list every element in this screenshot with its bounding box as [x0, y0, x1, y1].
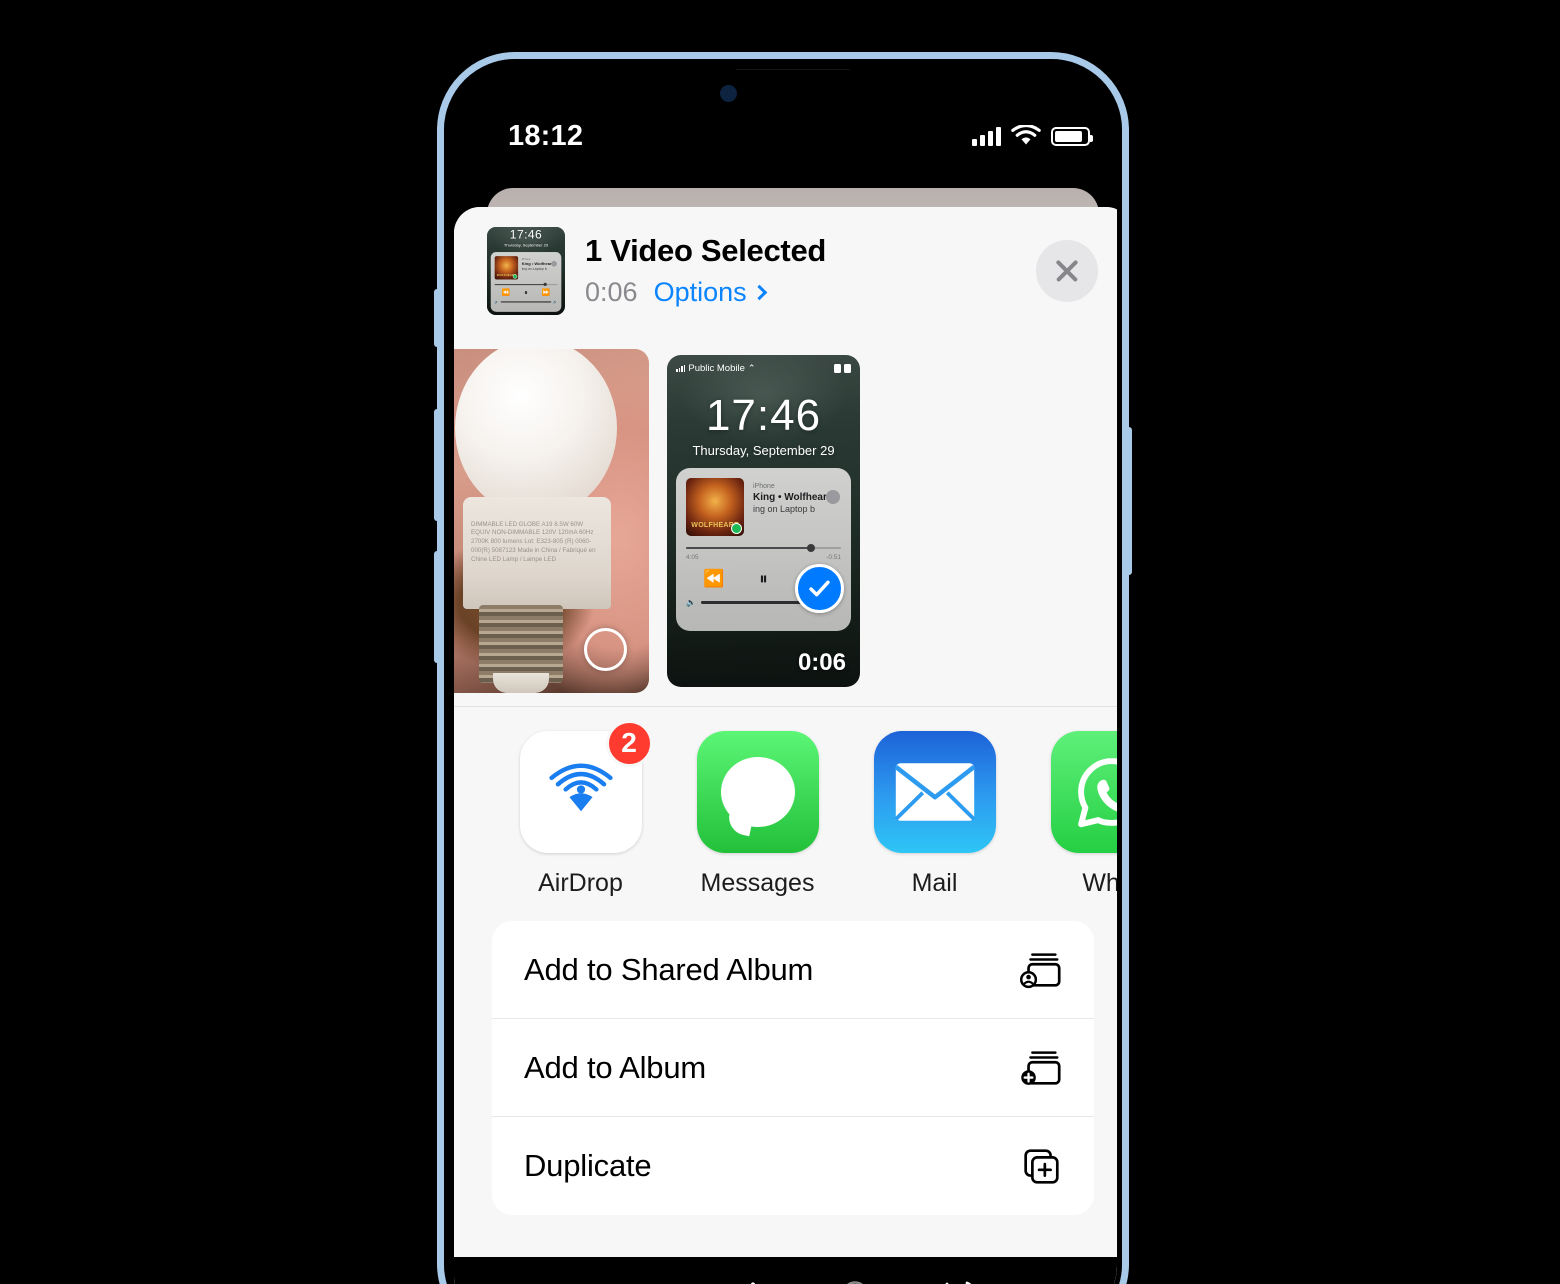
duplicate-icon	[1018, 1143, 1064, 1189]
selection-circle-unselected[interactable]	[584, 627, 627, 671]
editor-tools	[623, 1272, 985, 1284]
silent-switch-button[interactable]	[434, 289, 441, 347]
scrubber	[686, 543, 841, 552]
airdrop-badge: 2	[605, 719, 653, 767]
thumbnail-photo-lightbulb[interactable]: DIMMABLE LED GLOBE A19 8.5W 60W EQUIV NO…	[454, 348, 649, 693]
video-duration-label: 0:06	[585, 276, 638, 307]
cellular-bars-icon	[972, 126, 1001, 146]
mail-icon	[873, 730, 996, 853]
status-bar-time: 18:12	[508, 119, 584, 152]
now-playing-device: iPhone	[753, 482, 775, 490]
share-sheet: 17:46 Thursday, September 29 iPhone King…	[454, 207, 1120, 1284]
thumbnail-video-lockscreen[interactable]: Public Mobile ⌃ 17:46 Thursday, Septembe…	[667, 354, 860, 687]
editor-toolbar: Cancel	[454, 1257, 1117, 1284]
options-button[interactable]: Options	[653, 276, 767, 308]
share-app-whatsapp[interactable]: What	[1023, 730, 1120, 898]
share-app-label: What	[1082, 868, 1120, 897]
chevron-right-icon	[751, 284, 767, 300]
speaker-grille	[732, 69, 854, 70]
action-add-to-shared-album[interactable]: Add to Shared Album	[492, 921, 1094, 1019]
elapsed-time: 4:05	[686, 553, 699, 561]
shared-album-icon	[1018, 947, 1064, 993]
lockscreen-status-bar: Public Mobile ⌃	[676, 362, 851, 375]
remaining-time: -0:51	[826, 553, 841, 561]
bulb-printed-text: DIMMABLE LED GLOBE A19 8.5W 60W EQUIV NO…	[471, 520, 596, 564]
share-app-airdrop[interactable]: 2 AirDrop	[492, 719, 669, 898]
battery-icon	[1051, 126, 1093, 146]
share-app-label: AirDrop	[538, 868, 623, 897]
album-art	[686, 477, 744, 536]
scrubber-times: 4:05 -0:51	[686, 554, 841, 561]
volume-up-button[interactable]	[434, 409, 441, 521]
lockscreen-date: Thursday, September 29	[692, 442, 835, 458]
wifi-icon	[1011, 125, 1041, 145]
add-album-icon	[1018, 1045, 1064, 1091]
lockscreen-time: 17:46	[705, 390, 822, 440]
action-duplicate[interactable]: Duplicate	[492, 1117, 1094, 1215]
adjust-icon[interactable]	[725, 1272, 781, 1284]
action-label: Add to Shared Album	[524, 951, 814, 987]
bulb-glass	[455, 348, 617, 517]
action-label: Duplicate	[524, 1148, 652, 1183]
video-duration-overlay: 0:06	[797, 648, 846, 676]
action-label: Add to Album	[524, 1049, 706, 1085]
whatsapp-icon	[1050, 730, 1117, 853]
lockscreen-carrier-label: Public Mobile	[688, 362, 745, 374]
power-button[interactable]	[1125, 427, 1132, 575]
front-camera-icon	[720, 85, 737, 102]
screenshot-stage: 18:12 17:46 Thursday, September 29 WOLFH…	[0, 0, 1560, 1284]
header-preview-thumbnail: 17:46 Thursday, September 29 iPhone King…	[487, 227, 565, 315]
share-app-label: Messages	[700, 868, 815, 897]
notch	[684, 69, 902, 106]
share-app-messages[interactable]: Messages	[669, 730, 846, 898]
status-bar-indicators	[972, 125, 1093, 147]
phone-bezel: 18:12 17:46 Thursday, September 29 WOLFH…	[444, 59, 1122, 1284]
video-trim-icon[interactable]	[623, 1272, 679, 1284]
page-title: 1 Video Selected	[585, 233, 827, 269]
share-app-label: Mail	[911, 868, 958, 897]
lockscreen-signal-icon	[676, 364, 686, 372]
now-playing-subtitle: ing on Laptop b	[753, 503, 816, 514]
airplay-icon	[826, 489, 840, 504]
airdrop-icon: 2	[519, 719, 653, 853]
share-app-mail[interactable]: Mail	[846, 730, 1023, 898]
lockscreen-frame: Public Mobile ⌃ 17:46 Thursday, Septembe…	[667, 354, 860, 687]
close-button[interactable]	[1036, 240, 1098, 302]
filters-icon[interactable]	[827, 1272, 883, 1284]
selection-check-badge[interactable]	[795, 563, 844, 613]
options-label: Options	[653, 276, 747, 307]
messages-icon	[696, 730, 819, 853]
volume-low-icon: 🔈	[686, 597, 696, 607]
thumbnail-strip: DIMMABLE LED GLOBE A19 8.5W 60W EQUIV NO…	[454, 335, 1117, 707]
actions-list: Add to Shared Album Add to Album Duplica…	[492, 921, 1094, 1215]
header-subtitle-row: 0:06 Options	[585, 277, 1036, 308]
action-add-to-album[interactable]: Add to Album	[492, 1019, 1094, 1117]
rewind-icon: ⏪	[703, 568, 725, 588]
actions-section: Add to Shared Album Add to Album Duplica…	[454, 921, 1117, 1284]
spotify-badge-icon	[731, 522, 742, 534]
lockscreen-status-right	[834, 363, 851, 373]
share-apps-row: 2 AirDrop Messages Mail Wh	[454, 707, 1120, 921]
share-sheet-header: 17:46 Thursday, September 29 iPhone King…	[454, 207, 1117, 335]
volume-down-button[interactable]	[434, 551, 441, 663]
lockscreen-wifi-icon: ⌃	[747, 362, 756, 373]
bulb-screw-base	[479, 604, 563, 693]
phone-device-frame: 18:12 17:46 Thursday, September 29 WOLFH…	[434, 52, 1132, 1284]
crop-rotate-icon[interactable]	[929, 1272, 985, 1284]
phone-screen: 18:12 17:46 Thursday, September 29 WOLFH…	[454, 69, 1120, 1284]
pause-icon: ⏸	[759, 568, 768, 588]
header-text-block: 1 Video Selected 0:06 Options	[585, 234, 1036, 307]
